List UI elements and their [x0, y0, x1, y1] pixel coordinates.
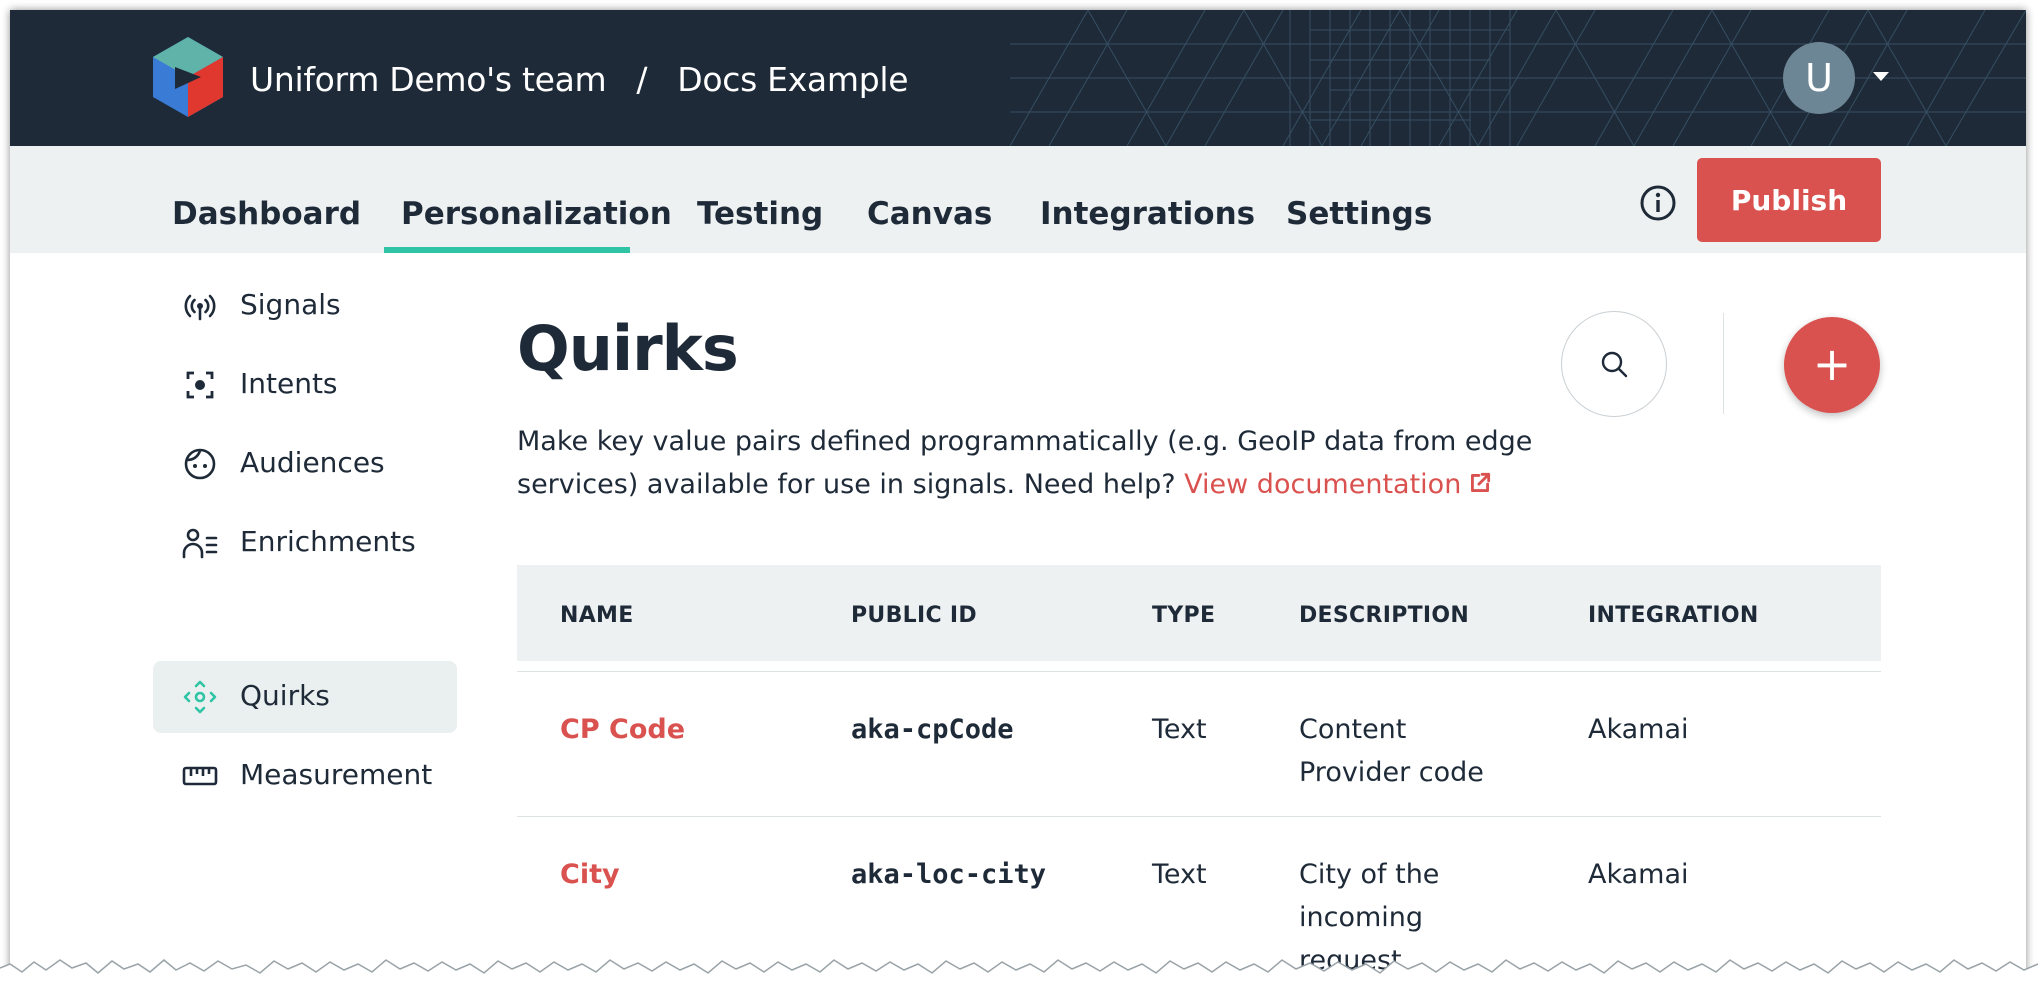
- page-description: Make key value pairs defined programmati…: [517, 420, 1537, 506]
- quirk-public-id: aka-loc-city: [851, 859, 1047, 890]
- view-documentation-link[interactable]: View documentation: [1184, 469, 1493, 500]
- sidebar-item-enrichments[interactable]: Enrichments: [153, 507, 457, 579]
- sidebar-item-label: Measurement: [240, 758, 433, 791]
- publish-button[interactable]: Publish: [1697, 158, 1881, 242]
- sidebar-item-label: Enrichments: [240, 525, 416, 558]
- column-header-integration: INTEGRATION: [1588, 603, 1759, 628]
- uniform-logo[interactable]: [153, 37, 223, 117]
- sidebar-item-label: Quirks: [240, 679, 330, 712]
- column-header-name: NAME: [560, 603, 634, 628]
- torn-edge-decoration: [0, 959, 2038, 1000]
- breadcrumb: Uniform Demo's team / Docs Example: [250, 60, 909, 99]
- quirk-description: Content Provider code: [1299, 714, 1484, 788]
- info-icon[interactable]: [1639, 184, 1677, 222]
- team-name[interactable]: Uniform Demo's team: [250, 60, 607, 99]
- sidebar-item-label: Signals: [240, 288, 341, 321]
- measurement-icon: [182, 766, 218, 786]
- sidebar-item-label: Intents: [240, 367, 338, 400]
- quirk-name-link[interactable]: CP Code: [560, 708, 685, 751]
- quirk-name-link[interactable]: City: [560, 853, 620, 896]
- active-tab-indicator: [384, 247, 630, 253]
- toolbar-divider: [1723, 313, 1724, 414]
- table-header: NAME PUBLIC ID TYPE DESCRIPTION INTEGRAT…: [517, 565, 1881, 661]
- sidebar-item-quirks[interactable]: Quirks: [153, 661, 457, 733]
- sidebar-item-intents[interactable]: Intents: [153, 349, 457, 421]
- chevron-down-icon[interactable]: [1873, 72, 1889, 81]
- column-header-type: TYPE: [1152, 603, 1216, 628]
- search-button[interactable]: [1561, 311, 1667, 417]
- tab-canvas[interactable]: Canvas: [867, 196, 992, 232]
- quirk-integration: Akamai: [1588, 714, 1689, 745]
- quirk-type: Text: [1152, 714, 1207, 745]
- avatar[interactable]: U: [1783, 42, 1855, 114]
- sidebar-item-audiences[interactable]: Audiences: [153, 428, 457, 500]
- tab-integrations[interactable]: Integrations: [1040, 196, 1255, 232]
- quirk-integration: Akamai: [1588, 859, 1689, 890]
- column-header-public-id: PUBLIC ID: [851, 603, 977, 628]
- quirk-public-id: aka-cpCode: [851, 714, 1014, 745]
- project-name[interactable]: Docs Example: [677, 60, 908, 99]
- tab-personalization[interactable]: Personalization: [401, 196, 672, 232]
- audiences-icon: [184, 448, 216, 480]
- add-quirk-button[interactable]: +: [1784, 317, 1880, 413]
- tab-testing[interactable]: Testing: [697, 196, 823, 232]
- column-header-description: DESCRIPTION: [1299, 603, 1470, 628]
- app-window: Uniform Demo's team / Docs Example U Dashb…: [10, 10, 2026, 985]
- quirks-icon: [183, 680, 217, 714]
- top-header: Uniform Demo's team / Docs Example U: [10, 10, 2026, 146]
- sidebar-item-measurement[interactable]: Measurement: [153, 740, 457, 812]
- main-nav: Dashboard Personalization Testing Canvas…: [10, 146, 2026, 253]
- quirk-type: Text: [1152, 859, 1207, 890]
- breadcrumb-separator: /: [636, 60, 648, 99]
- tab-dashboard[interactable]: Dashboard: [172, 196, 361, 232]
- table-row[interactable]: CP Code aka-cpCode Text Content Provider…: [517, 671, 1881, 817]
- intents-icon: [186, 371, 214, 399]
- enrichments-icon: [182, 528, 218, 559]
- external-link-icon: [1471, 472, 1491, 492]
- sidebar-item-signals[interactable]: Signals: [153, 270, 457, 342]
- sidebar-item-label: Audiences: [240, 446, 385, 479]
- signals-icon: [184, 294, 216, 321]
- search-icon: [1601, 351, 1628, 378]
- tab-settings[interactable]: Settings: [1286, 196, 1432, 232]
- doc-link-label: View documentation: [1184, 469, 1462, 500]
- page-title: Quirks: [517, 312, 739, 385]
